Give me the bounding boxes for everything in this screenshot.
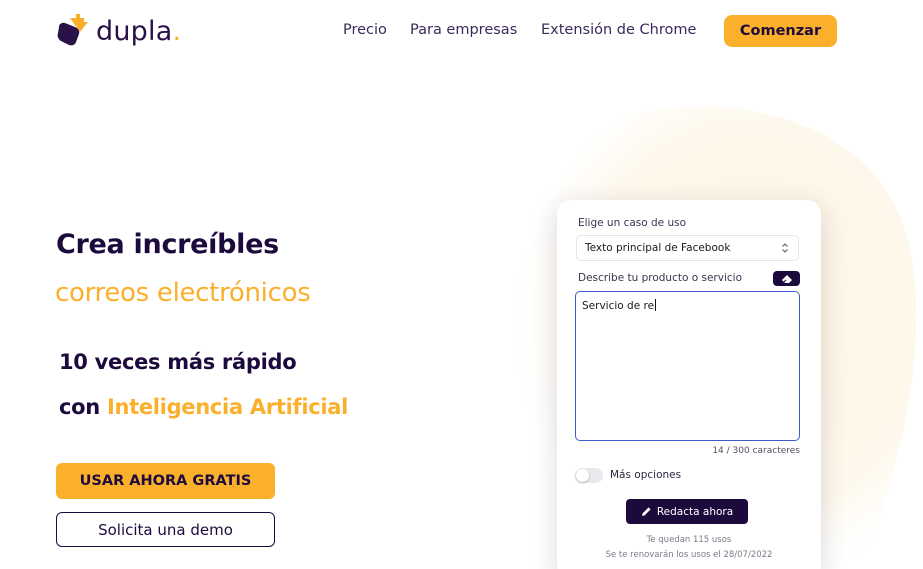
nav-link-extension-chrome[interactable]: Extensión de Chrome bbox=[541, 22, 696, 38]
hero-subheadline-ai: con Inteligencia Artificial bbox=[59, 395, 348, 419]
use-case-select[interactable]: Texto principal de Facebook bbox=[576, 235, 799, 261]
hero-ai-prefix: con bbox=[59, 395, 107, 419]
request-demo-button[interactable]: Solicita una demo bbox=[56, 512, 275, 547]
toggle-knob bbox=[576, 469, 589, 482]
pencil-icon bbox=[641, 507, 651, 516]
more-options-label: Más opciones bbox=[610, 469, 682, 481]
hero-headline: Crea increíbles bbox=[56, 229, 279, 260]
nav-link-para-empresas[interactable]: Para empresas bbox=[410, 22, 517, 38]
uses-left-text: Te quedan 115 usos bbox=[646, 535, 732, 545]
product-description-textarea[interactable]: Servicio de re bbox=[575, 291, 800, 441]
use-case-selected-value: Texto principal de Facebook bbox=[585, 242, 731, 254]
renewal-date-text: Se te renovarán los usos el 28/07/2022 bbox=[605, 550, 773, 560]
describe-label: Describe tu producto o servicio bbox=[578, 272, 742, 284]
clear-text-button[interactable] bbox=[773, 271, 800, 286]
hero-ai-highlight: Inteligencia Artificial bbox=[106, 395, 349, 419]
select-updown-icon bbox=[782, 243, 788, 253]
nav-link-precio[interactable]: Precio bbox=[343, 22, 387, 38]
eraser-icon bbox=[781, 274, 792, 283]
hero-rotating-text: correos electrónicos bbox=[55, 278, 311, 308]
write-now-button[interactable]: Redacta ahora bbox=[626, 499, 748, 524]
use-free-button[interactable]: USAR AHORA GRATIS bbox=[56, 463, 275, 499]
textarea-value: Servicio de re bbox=[582, 300, 655, 312]
brand-logo[interactable]: dupla. bbox=[56, 14, 181, 48]
text-caret bbox=[655, 299, 657, 311]
hero-subheadline: 10 veces más rápido bbox=[59, 350, 297, 374]
comenzar-button[interactable]: Comenzar bbox=[724, 15, 837, 47]
brand-name: dupla. bbox=[96, 15, 182, 47]
demo-generator-card: Elige un caso de uso Texto principal de … bbox=[557, 200, 821, 569]
use-case-label: Elige un caso de uso bbox=[578, 217, 687, 229]
character-counter: 14 / 300 caracteres bbox=[712, 446, 800, 456]
more-options-toggle[interactable] bbox=[575, 468, 603, 483]
write-now-label: Redacta ahora bbox=[656, 505, 734, 518]
dupla-logo-icon bbox=[56, 14, 90, 48]
